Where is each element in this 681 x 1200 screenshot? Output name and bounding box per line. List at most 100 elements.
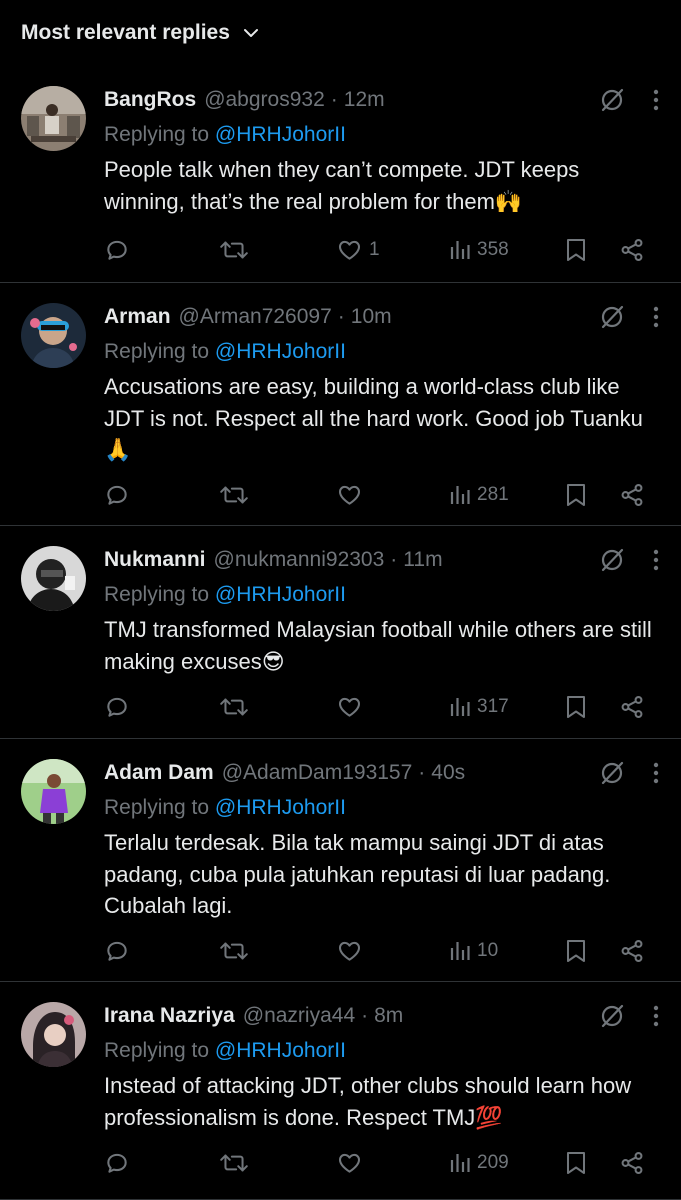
- bookmark-button[interactable]: [565, 1145, 587, 1181]
- share-button[interactable]: [619, 933, 645, 969]
- action-bar: 281: [0, 477, 681, 513]
- like-button[interactable]: [336, 933, 369, 969]
- share-icon: [619, 938, 645, 964]
- share-button[interactable]: [619, 1145, 645, 1181]
- more-icon[interactable]: [653, 762, 659, 784]
- bookmark-icon: [565, 1150, 587, 1176]
- repost-button[interactable]: [218, 232, 250, 268]
- like-button[interactable]: [336, 477, 369, 513]
- like-icon: [336, 1150, 363, 1176]
- timestamp[interactable]: 11m: [403, 548, 442, 572]
- reply-text: Instead of attacking JDT, other clubs sh…: [104, 1073, 632, 1130]
- like-button[interactable]: [336, 1145, 369, 1181]
- like-button[interactable]: [336, 689, 369, 725]
- views-button[interactable]: 209: [449, 1145, 509, 1181]
- author-handle[interactable]: @Arman726097: [179, 305, 332, 329]
- mention-link[interactable]: @HRHJohorII: [215, 796, 346, 819]
- reply-icon: [104, 237, 130, 263]
- views-button[interactable]: 317: [449, 689, 509, 725]
- reply-button[interactable]: [104, 232, 130, 268]
- replying-prefix: Replying to: [104, 1039, 210, 1062]
- grok-icon[interactable]: [599, 547, 625, 573]
- view-count: 317: [477, 696, 509, 717]
- timestamp[interactable]: 8m: [374, 1004, 403, 1028]
- repost-button[interactable]: [218, 689, 250, 725]
- share-button[interactable]: [619, 232, 645, 268]
- reply-item[interactable]: Nukmanni @nukmanni92303 · 11m Replying t…: [0, 526, 681, 739]
- more-icon[interactable]: [653, 306, 659, 328]
- author-handle[interactable]: @nukmanni92303: [214, 548, 385, 572]
- sort-header[interactable]: Most relevant replies: [0, 0, 681, 66]
- views-button[interactable]: 281: [449, 477, 509, 513]
- view-count: 10: [477, 940, 499, 961]
- view-count: 281: [477, 484, 509, 505]
- author-handle[interactable]: @AdamDam193157: [222, 761, 413, 785]
- grok-icon[interactable]: [599, 304, 625, 330]
- repost-icon: [218, 1150, 250, 1176]
- reply-text: TMJ transformed Malaysian football while…: [104, 617, 652, 674]
- more-icon[interactable]: [653, 89, 659, 111]
- share-button[interactable]: [619, 477, 645, 513]
- replying-to: Replying to @HRHJohorII: [104, 794, 661, 822]
- bookmark-button[interactable]: [565, 232, 587, 268]
- reply-item[interactable]: Adam Dam @AdamDam193157 · 40s Replying t…: [0, 739, 681, 982]
- mention-link[interactable]: @HRHJohorII: [215, 583, 346, 606]
- views-icon: [449, 694, 471, 720]
- bookmark-button[interactable]: [565, 933, 587, 969]
- repost-button[interactable]: [218, 477, 250, 513]
- action-bar: 317: [0, 689, 681, 725]
- timestamp[interactable]: 12m: [344, 88, 385, 112]
- chevron-down-icon: [242, 23, 262, 43]
- timestamp[interactable]: 40s: [431, 761, 465, 785]
- reply-icon: [104, 482, 130, 508]
- timestamp[interactable]: 10m: [351, 305, 392, 329]
- like-button[interactable]: 1: [336, 232, 380, 268]
- mention-link[interactable]: @HRHJohorII: [215, 340, 346, 363]
- reply-item[interactable]: Arman @Arman726097 · 10m Replying to @HR…: [0, 283, 681, 526]
- reply-icon: [104, 694, 130, 720]
- repost-button[interactable]: [218, 1145, 250, 1181]
- reply-item[interactable]: Irana Nazriya @nazriya44 · 8m Replying t…: [0, 982, 681, 1200]
- bookmark-button[interactable]: [565, 477, 587, 513]
- share-button[interactable]: [619, 689, 645, 725]
- avatar[interactable]: [21, 546, 86, 611]
- reply-item[interactable]: BangRos @abgros932 · 12m Replying to @HR…: [0, 66, 681, 283]
- mention-link[interactable]: @HRHJohorII: [215, 1039, 346, 1062]
- avatar[interactable]: [21, 1002, 86, 1067]
- views-button[interactable]: 10: [449, 933, 498, 969]
- author-name[interactable]: Adam Dam: [104, 761, 214, 785]
- reply-button[interactable]: [104, 477, 130, 513]
- separator-dot: ·: [337, 305, 345, 328]
- author-handle[interactable]: @abgros932: [204, 88, 325, 112]
- more-icon[interactable]: [653, 1005, 659, 1027]
- replying-to: Replying to @HRHJohorII: [104, 581, 661, 609]
- bookmark-button[interactable]: [565, 689, 587, 725]
- avatar[interactable]: [21, 303, 86, 368]
- more-icon[interactable]: [653, 549, 659, 571]
- share-icon: [619, 237, 645, 263]
- author-name[interactable]: Arman: [104, 305, 171, 329]
- grok-icon[interactable]: [599, 87, 625, 113]
- avatar[interactable]: [21, 86, 86, 151]
- view-count: 209: [477, 1152, 509, 1173]
- repost-icon: [218, 482, 250, 508]
- repost-icon: [218, 694, 250, 720]
- author-name[interactable]: Nukmanni: [104, 548, 206, 572]
- bookmark-icon: [565, 938, 587, 964]
- mention-link[interactable]: @HRHJohorII: [215, 123, 346, 146]
- repost-button[interactable]: [218, 933, 250, 969]
- avatar[interactable]: [21, 759, 86, 824]
- views-button[interactable]: 358: [449, 232, 509, 268]
- author-name[interactable]: BangRos: [104, 88, 196, 112]
- views-icon: [449, 1150, 471, 1176]
- author-name[interactable]: Irana Nazriya: [104, 1004, 235, 1028]
- reply-button[interactable]: [104, 689, 130, 725]
- repost-icon: [218, 237, 250, 263]
- grok-icon[interactable]: [599, 1003, 625, 1029]
- reply-button[interactable]: [104, 1145, 130, 1181]
- grok-icon[interactable]: [599, 760, 625, 786]
- reply-button[interactable]: [104, 933, 130, 969]
- author-handle[interactable]: @nazriya44: [243, 1004, 355, 1028]
- views-icon: [449, 237, 471, 263]
- like-count: 1: [369, 239, 380, 260]
